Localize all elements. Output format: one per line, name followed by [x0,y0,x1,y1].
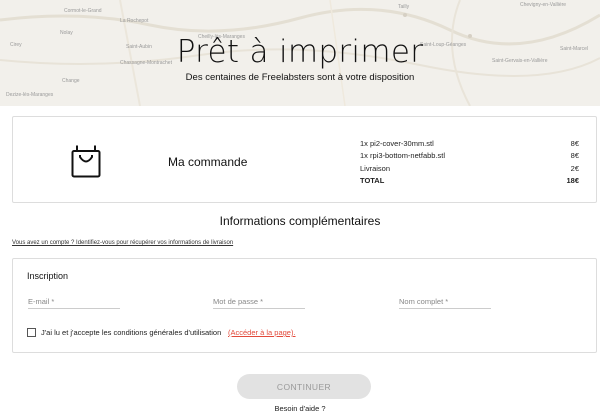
shopping-bag-icon [71,144,101,183]
order-total: TOTAL 18€ [360,175,579,187]
terms-link[interactable]: (Accéder à la page). [228,328,296,337]
order-line: 1x pi2-cover-30mm.stl 8€ [360,138,579,150]
order-summary-card: Ma commande 1x pi2-cover-30mm.stl 8€ 1x … [12,116,597,203]
page-title: Prêt à imprimer [176,34,424,70]
order-line: Livraison 2€ [360,163,579,175]
login-link[interactable]: Vous avez un compte ? Identifiez-vous po… [12,240,233,246]
map-label: Chevigny-en-Vallière [520,2,567,8]
order-line-label: 1x rpi3-bottom-netfabb.stl [360,151,446,161]
order-line-price: 2€ [570,163,579,173]
map-label: Dezize-lès-Maranges [6,92,54,98]
map-label: La Rochepot [120,18,149,24]
email-field[interactable] [28,295,120,309]
terms-checkbox[interactable] [27,328,36,337]
page-subtitle: Des centaines de Freelabsters sont à vot… [185,72,415,83]
order-line-price: 8€ [570,139,579,148]
map-label: Cormot-le-Grand [64,8,102,14]
order-line-label: Livraison [360,163,391,173]
map-label: Tailly [398,4,410,10]
order-total-price: 18€ [566,175,579,185]
password-field[interactable] [213,295,305,309]
full-name-field[interactable] [399,295,491,309]
order-line-label: 1x pi2-cover-30mm.stl [360,139,434,148]
order-total-label: TOTAL [360,175,385,185]
order-title: Ma commande [168,155,248,169]
hero-banner: Cormot-le-Grand La Rochepot Nolay Saint-… [0,0,600,106]
order-lines: 1x pi2-cover-30mm.stl 8€ 1x rpi3-bottom-… [360,138,579,187]
signup-form-card: Inscription J'ai lu et j'accepte les con… [12,258,597,353]
terms-label: J'ai lu et j'accepte les conditions géné… [41,328,222,337]
form-title: Inscription [27,271,69,281]
help-link[interactable]: Besoin d'aide ? [0,404,600,413]
order-line-price: 8€ [570,151,579,161]
section-title: Informations complémentaires [219,214,381,228]
continue-button[interactable]: CONTINUER [237,374,371,399]
order-line: 1x rpi3-bottom-netfabb.stl 8€ [360,150,579,162]
